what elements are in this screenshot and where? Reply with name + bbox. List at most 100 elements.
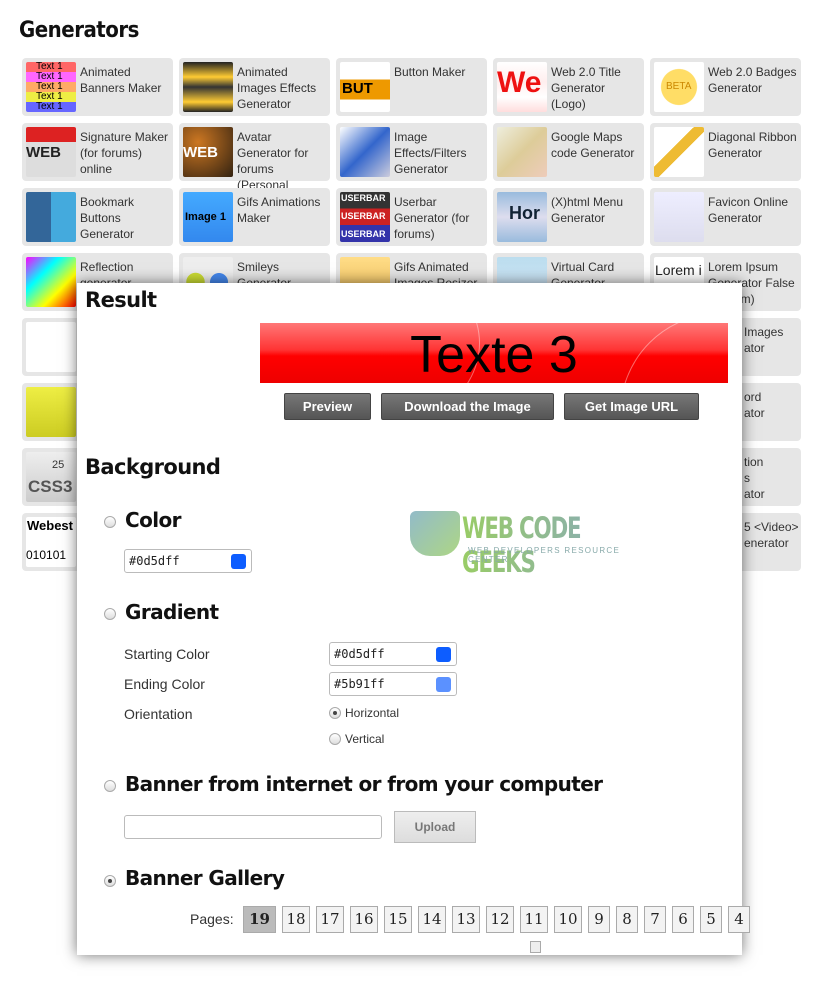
thumbnail-text: 25: [52, 459, 65, 471]
tile-label: Userbar Generator (for forums): [394, 195, 470, 241]
thumbnail-text: CSS3: [28, 477, 73, 496]
scroll-handle[interactable]: [530, 941, 541, 953]
gallery-label: Banner Gallery: [125, 866, 285, 890]
banner-text: Texte 3: [410, 326, 578, 383]
background-title: Background: [85, 455, 221, 479]
text-banners-thumbnail: Text 1 Text 1 Text 1 Text 1 Text 1: [26, 62, 76, 112]
logo-icon: [410, 511, 460, 556]
ending-color-label: Ending Color: [124, 676, 205, 692]
blue-car-thumbnail: [340, 127, 390, 177]
thumbnail-text: BUT: [342, 80, 373, 97]
menu-thumbnail: Hor: [497, 192, 547, 242]
page-17-button[interactable]: 17: [316, 906, 344, 933]
get-image-url-button[interactable]: Get Image URL: [564, 393, 699, 420]
horizontal-radio[interactable]: [329, 707, 341, 719]
upload-radio[interactable]: [104, 780, 116, 792]
page-16-button[interactable]: 16: [350, 906, 378, 933]
tile-label: Image Effects/Filters Generator: [394, 130, 467, 176]
gradient-radio[interactable]: [104, 608, 116, 620]
tile-label: Google Maps code Generator: [551, 130, 635, 160]
page-12-button[interactable]: 12: [486, 906, 514, 933]
thumbnail-text: Text 1: [36, 101, 63, 112]
thumbnail-text: Lorem i: [655, 262, 702, 278]
page-13-button[interactable]: 13: [452, 906, 480, 933]
tile-thumbnail: 25 CSS3: [26, 452, 76, 502]
page-4-button[interactable]: 4: [728, 906, 750, 933]
page-8-button[interactable]: 8: [616, 906, 638, 933]
horizontal-label: Horizontal: [345, 706, 400, 720]
result-title: Result: [85, 288, 157, 312]
upload-button[interactable]: Upload: [394, 811, 476, 843]
generator-tile[interactable]: BETA Web 2.0 Badges Generator: [650, 58, 801, 116]
preview-button[interactable]: Preview: [284, 393, 371, 420]
starting-color-input[interactable]: #0d5dff: [329, 642, 457, 666]
page-14-button[interactable]: 14: [418, 906, 446, 933]
thumbnail-text: WEB: [183, 144, 218, 161]
thumbnail-text: Hor: [509, 203, 540, 223]
starting-color-swatch[interactable]: [436, 647, 451, 662]
social-thumbnail: [26, 192, 76, 242]
favicon-thumbnail: [654, 192, 704, 242]
generator-tile[interactable]: Bookmark Buttons Generator: [22, 188, 173, 246]
page-9-button[interactable]: 9: [588, 906, 610, 933]
generator-tile[interactable]: Image 1 Gifs Animations Maker: [179, 188, 330, 246]
tile-label: Animated Images Effects Generator: [237, 65, 317, 111]
generator-tile[interactable]: Hor (X)html Menu Generator: [493, 188, 644, 246]
vertical-radio[interactable]: [329, 733, 341, 745]
tile-label: Gifs Animations Maker: [237, 195, 321, 225]
thumbnail-text: We: [497, 66, 542, 99]
page-6-button[interactable]: 6: [672, 906, 694, 933]
generator-tile[interactable]: Image Effects/Filters Generator: [336, 123, 487, 181]
page-18-button[interactable]: 18: [282, 906, 310, 933]
yellow-car-thumbnail: [183, 62, 233, 112]
thumbnail-text: USERBAR: [341, 211, 386, 221]
page-5-button[interactable]: 5: [700, 906, 722, 933]
tile-label: ord ator: [744, 390, 765, 420]
thumbnail-text: 010101: [26, 548, 67, 562]
tile-label: 5 <Video> enerator: [744, 520, 799, 550]
color-radio[interactable]: [104, 516, 116, 528]
generator-tile[interactable]: WEB Avatar Generator for forums (Personal…: [179, 123, 330, 208]
page-11-button[interactable]: 11: [520, 906, 548, 933]
generator-tile[interactable]: BUT Button Maker: [336, 58, 487, 116]
generator-tile[interactable]: Animated Images Effects Generator: [179, 58, 330, 116]
tile-label: Favicon Online Generator: [708, 195, 789, 225]
color-label: Color: [125, 508, 181, 532]
generator-tile[interactable]: Google Maps code Generator: [493, 123, 644, 181]
generator-tile[interactable]: WEB Signature Maker (for forums) online: [22, 123, 173, 181]
ending-color-swatch[interactable]: [436, 677, 451, 692]
thumbnail-text: USERBAR: [341, 229, 386, 239]
web-logo-thumbnail: We: [497, 62, 547, 112]
ribbon-thumbnail: [654, 127, 704, 177]
gradient-label: Gradient: [125, 600, 219, 624]
vertical-label: Vertical: [345, 732, 385, 746]
tile-label: Web 2.0 Title Generator (Logo): [551, 65, 621, 111]
avatar-thumbnail: WEB: [183, 127, 233, 177]
ending-color-input[interactable]: #5b91ff: [329, 672, 457, 696]
map-thumbnail: [497, 127, 547, 177]
color-swatch[interactable]: [231, 554, 246, 569]
download-image-button[interactable]: Download the Image: [381, 393, 554, 420]
thumbnail-text: Webest: [27, 518, 73, 533]
tile-label: (X)html Menu Generator: [551, 195, 624, 225]
page-15-button[interactable]: 15: [384, 906, 412, 933]
page-10-button[interactable]: 10: [554, 906, 582, 933]
page-19-button[interactable]: 19: [243, 906, 276, 933]
url-input[interactable]: [124, 815, 382, 839]
rainbow-thumbnail: [26, 257, 76, 307]
tile-label: tion s ator: [744, 455, 765, 501]
generator-tile[interactable]: Text 1 Text 1 Text 1 Text 1 Text 1 Animated B…: [22, 58, 173, 116]
generator-tile[interactable]: Diagonal Ribbon Generator: [650, 123, 801, 181]
generator-tile[interactable]: Favicon Online Generator: [650, 188, 801, 246]
tile-label: Animated Banners Maker: [80, 65, 162, 95]
generator-tile[interactable]: We Web 2.0 Title Generator (Logo): [493, 58, 644, 116]
color-input[interactable]: #0d5dff: [124, 549, 252, 573]
generator-tile[interactable]: USERBAR USERBAR USERBAR Userbar Generator (…: [336, 188, 487, 246]
pages-label: Pages:: [190, 911, 234, 927]
tile-thumbnail: [26, 322, 76, 372]
tile-label: Images ator: [744, 325, 784, 355]
thumbnail-text: Image 1: [185, 211, 226, 223]
gallery-radio[interactable]: [104, 875, 116, 887]
page-7-button[interactable]: 7: [644, 906, 666, 933]
upload-label: Banner from internet or from your comput…: [125, 772, 603, 796]
